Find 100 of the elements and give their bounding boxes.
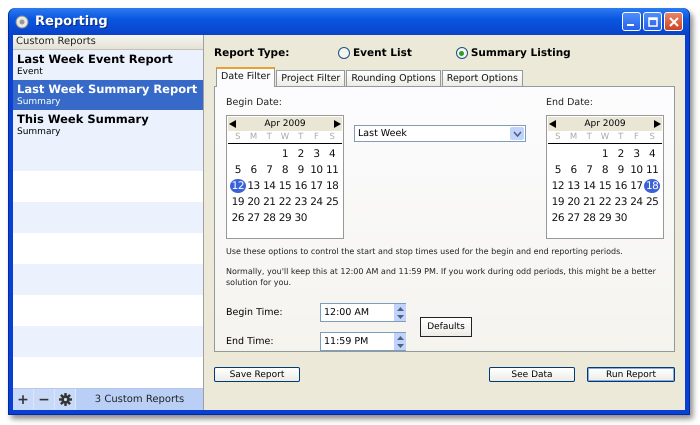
calendar-day[interactable]: 6 (566, 163, 582, 177)
calendar-day[interactable]: 29 (277, 211, 293, 225)
left-triangle-icon (229, 120, 236, 128)
tab[interactable]: Date Filter (216, 67, 276, 87)
previous-month-button[interactable] (549, 120, 556, 128)
weekday-label: T (617, 131, 624, 143)
tab[interactable]: Report Options (442, 70, 523, 86)
next-month-button[interactable] (654, 120, 661, 128)
calendar-day[interactable]: 5 (230, 163, 246, 177)
radio-option[interactable]: Event List (338, 47, 412, 59)
close-button[interactable] (664, 12, 683, 31)
minimize-icon (627, 24, 634, 26)
weekday-label: S (234, 131, 242, 143)
calendar-day[interactable]: 24 (308, 195, 324, 209)
calendar-day[interactable]: 20 (246, 195, 262, 209)
calendar-day[interactable]: 8 (277, 163, 293, 177)
calendar-day[interactable]: 7 (261, 163, 278, 177)
calendar-day[interactable]: 30 (292, 211, 309, 225)
calendar-day[interactable]: 19 (230, 195, 246, 209)
calendar-day[interactable]: 23 (612, 195, 629, 209)
calendar-day[interactable]: 22 (277, 195, 293, 209)
calendar-day[interactable]: 24 (628, 195, 644, 209)
calendar-day[interactable]: 3 (628, 147, 644, 161)
time-field[interactable]: 12:00 AM (320, 303, 406, 322)
calendar-day[interactable]: 28 (581, 211, 598, 225)
calendar-day[interactable]: 1 (277, 147, 293, 161)
settings-icon (58, 393, 72, 406)
time-field[interactable]: 11:59 PM (320, 332, 406, 351)
action-button[interactable]: Run Report (587, 367, 675, 382)
time-label: End Time: (226, 336, 275, 347)
radio-button[interactable] (338, 47, 350, 59)
weekday-label: W (600, 131, 610, 143)
report-list-item[interactable]: Last Week Event Report Event (13, 50, 203, 80)
tab[interactable]: Project Filter (276, 70, 346, 86)
calendar-day[interactable]: 25 (644, 195, 660, 209)
calendar-day[interactable]: 18 (644, 179, 660, 193)
remove-button[interactable]: − (34, 389, 55, 410)
calendar-day[interactable]: 12 (550, 179, 566, 193)
calendar-day[interactable]: 19 (550, 195, 566, 209)
calendar-day[interactable]: 25 (324, 195, 340, 209)
calendar-day[interactable]: 16 (612, 179, 629, 193)
calendar-day[interactable]: 13 (566, 179, 582, 193)
calendar-day[interactable]: 27 (246, 211, 262, 225)
calendar-day[interactable]: 10 (628, 163, 644, 177)
action-button[interactable]: See Data (489, 367, 575, 382)
calendar-day[interactable]: 15 (277, 179, 293, 193)
calendar-day[interactable]: 12 (230, 179, 246, 193)
calendar-day[interactable]: 21 (581, 195, 598, 209)
weekday-label: S (328, 131, 336, 143)
calendar-day[interactable]: 1 (597, 147, 613, 161)
report-list-item[interactable]: Last Week Summary Report Summary (13, 80, 203, 110)
calendar-day[interactable]: 28 (261, 211, 278, 225)
calendar-day[interactable]: 11 (324, 163, 340, 177)
calendar-day[interactable]: 10 (308, 163, 324, 177)
calendar-day[interactable]: 2 (612, 147, 629, 161)
month-label: Apr 2009 (264, 119, 306, 129)
date-label: End Date: (546, 97, 594, 110)
calendar-day[interactable]: 14 (581, 179, 598, 193)
calendar-day[interactable]: 5 (550, 163, 566, 177)
range-dropdown[interactable]: Last Week (354, 125, 526, 142)
maximize-button[interactable] (643, 12, 662, 31)
calendar-day[interactable]: 2 (292, 147, 309, 161)
defaults-button[interactable]: Defaults (420, 317, 472, 337)
calendar-day[interactable]: 29 (597, 211, 613, 225)
calendar-day[interactable]: 9 (292, 163, 309, 177)
calendar-day[interactable]: 3 (308, 147, 324, 161)
calendar-day[interactable]: 17 (628, 179, 644, 193)
calendar-day[interactable]: 6 (246, 163, 262, 177)
calendar-day[interactable]: 30 (612, 211, 629, 225)
radio-button[interactable] (456, 47, 468, 59)
calendar-day[interactable]: 18 (324, 179, 340, 193)
calendar-day[interactable]: 4 (324, 147, 340, 161)
weekday-label: M (568, 131, 578, 143)
right-triangle-icon (654, 120, 661, 128)
previous-month-button[interactable] (229, 120, 236, 128)
calendar-day[interactable]: 16 (292, 179, 309, 193)
save-report-button[interactable]: Save Report (214, 367, 300, 382)
calendar-day[interactable]: 17 (308, 179, 324, 193)
calendar-day[interactable]: 11 (644, 163, 660, 177)
weekday-label: T (266, 131, 273, 143)
report-list-item[interactable]: This Week Summary Summary (13, 110, 203, 140)
calendar-day[interactable]: 21 (261, 195, 278, 209)
calendar-day[interactable]: 26 (230, 211, 246, 225)
calendar-day[interactable]: 27 (566, 211, 582, 225)
calendar-day[interactable]: 15 (597, 179, 613, 193)
radio-option[interactable]: Summary Listing (456, 47, 571, 59)
calendar-day[interactable]: 14 (261, 179, 278, 193)
add-button[interactable]: + (13, 389, 34, 410)
calendar-day[interactable]: 7 (581, 163, 598, 177)
calendar-day[interactable]: 22 (597, 195, 613, 209)
calendar-day[interactable]: 8 (597, 163, 613, 177)
calendar-day[interactable]: 13 (246, 179, 262, 193)
tab[interactable]: Rounding Options (346, 70, 441, 86)
calendar-day[interactable]: 26 (550, 211, 566, 225)
minimize-button[interactable] (622, 12, 641, 31)
calendar-day[interactable]: 20 (566, 195, 582, 209)
calendar-day[interactable]: 23 (292, 195, 309, 209)
calendar-day[interactable]: 9 (612, 163, 629, 177)
calendar-day[interactable]: 4 (644, 147, 660, 161)
next-month-button[interactable] (334, 120, 341, 128)
